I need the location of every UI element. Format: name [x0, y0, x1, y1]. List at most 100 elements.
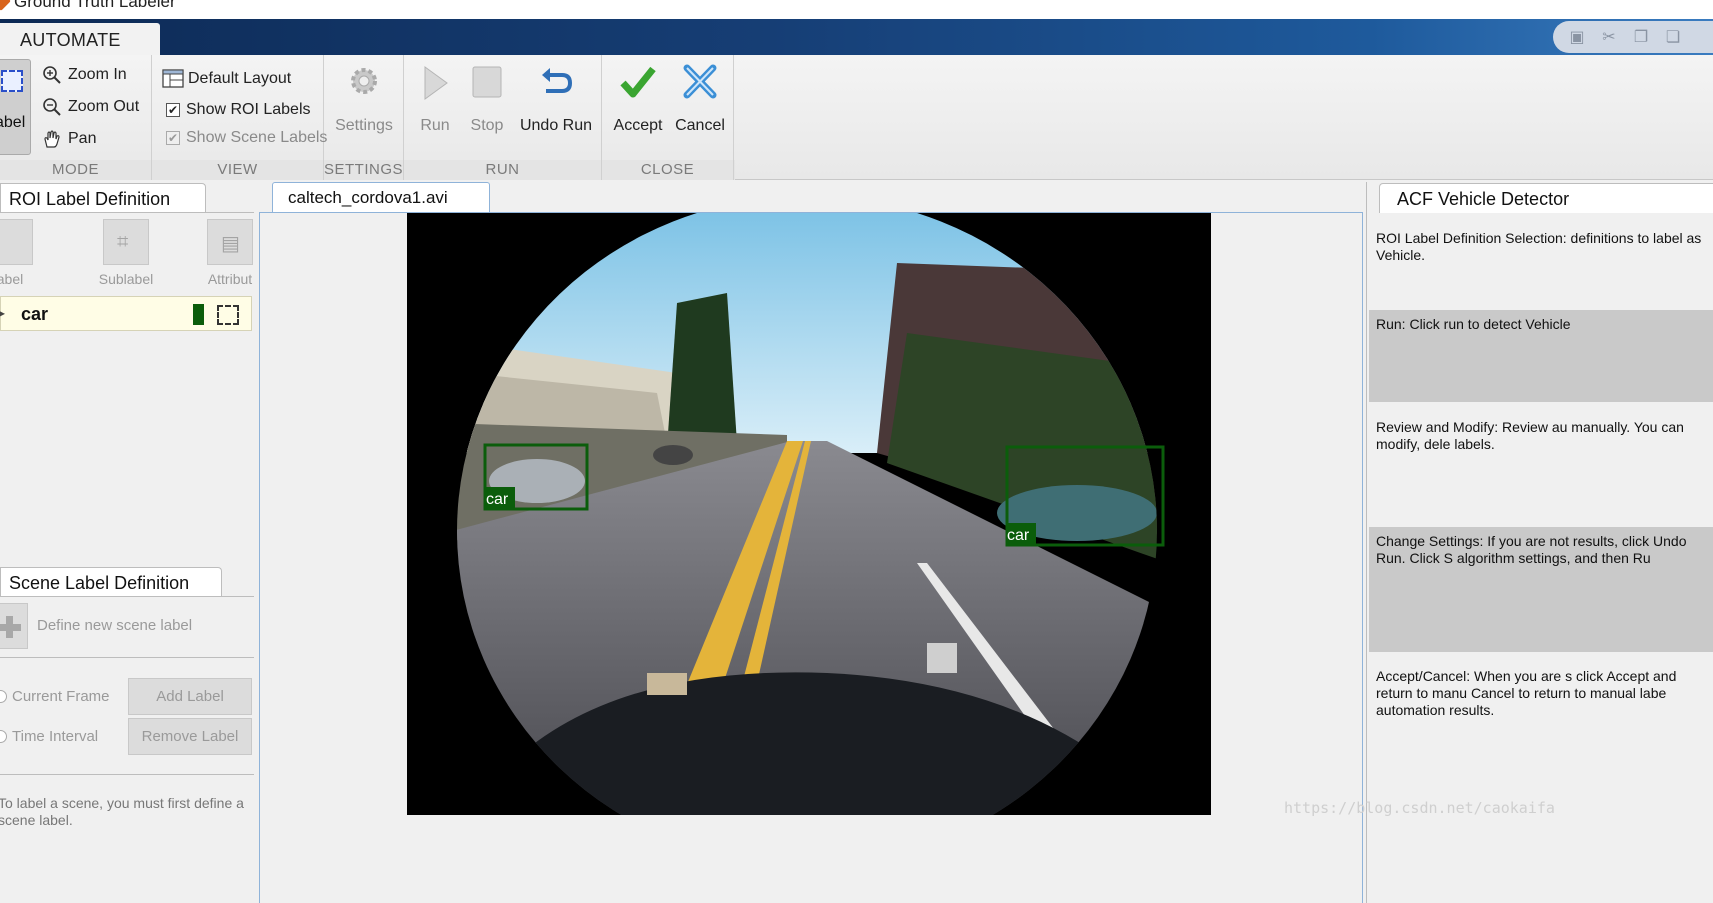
checkmark-icon — [620, 63, 656, 103]
accept-label: Accept — [613, 117, 663, 134]
show-roi-labels-label: Show ROI Labels — [186, 101, 311, 118]
define-scene-label-row: Define new scene label — [0, 596, 254, 658]
undo-run-label: Undo Run — [519, 117, 593, 134]
add-attribute-icon: ▤ — [207, 219, 253, 265]
add-sublabel-tool-label: Sublabel — [98, 271, 154, 287]
roi-button-label: abel — [0, 114, 26, 131]
define-scene-label-placeholder: Define new scene label — [37, 617, 193, 634]
remove-label-button[interactable]: Remove Label — [128, 718, 252, 755]
road-scene-image: car car — [407, 213, 1211, 815]
add-scene-label-plus-icon[interactable] — [0, 603, 28, 649]
scene-label-definition-tab[interactable]: Scene Label Definition — [0, 567, 222, 597]
roi-label-definition-tab[interactable]: ROI Label Definition — [0, 183, 206, 213]
watermark: https://blog.csdn.net/caokaifa — [1284, 799, 1555, 817]
step-roi-selection: ROI Label Definition Selection: definiti… — [1376, 230, 1702, 263]
zoom-out-button[interactable]: Zoom Out — [42, 97, 139, 117]
stop-icon — [469, 63, 505, 103]
pan-label: Pan — [68, 130, 97, 147]
layout-icon — [162, 69, 184, 89]
gear-icon — [346, 63, 382, 103]
add-label-tool-label: abel — [0, 271, 24, 287]
default-layout-label: Default Layout — [188, 70, 292, 87]
view-section: Default Layout ✔ Show ROI Labels ✔ Show … — [152, 55, 327, 180]
stop-label: Stop — [470, 117, 504, 134]
settings-section-label: SETTINGS — [324, 161, 404, 178]
zoom-in-button[interactable]: Zoom In — [42, 65, 127, 85]
run-section-label: RUN — [485, 161, 520, 178]
add-sublabel-icon: ⌗ — [103, 219, 149, 265]
run-button[interactable]: Run — [412, 63, 458, 135]
default-layout-button[interactable]: Default Layout — [162, 69, 291, 89]
ribbon-toolstrip: abel Zoom In Zoom Out Pan MODE — [0, 55, 1713, 180]
expand-arrow-icon[interactable]: ▸ — [0, 306, 5, 320]
settings-button[interactable]: Settings — [324, 63, 404, 135]
undo-arrow-icon — [538, 63, 574, 103]
roi-tools-row: abel ⌗ Sublabel ▤ Attribut — [0, 212, 254, 294]
add-label-tool[interactable]: abel — [0, 219, 42, 287]
detection-label: car — [1007, 527, 1030, 544]
radio-unchecked-icon — [0, 730, 7, 743]
roi-label-row-car[interactable]: ▸ car — [0, 296, 252, 331]
save-icon[interactable]: ▣ — [1567, 27, 1587, 47]
mode-section-label: MODE — [52, 161, 99, 178]
hand-icon — [42, 129, 62, 149]
left-panel: ROI Label Definition abel ⌗ Sublabel ▤ A… — [0, 182, 256, 903]
divider — [0, 774, 254, 775]
video-display-panel: caltech_cordova1.avi car car — [259, 182, 1363, 903]
window-title: Ground Truth Labeler — [14, 0, 176, 11]
cancel-button[interactable]: Cancel — [672, 63, 728, 135]
scene-label-definition: Scene Label Definition Define new scene … — [0, 566, 256, 903]
add-attribute-tool-label: Attribut — [207, 271, 253, 287]
acf-vehicle-detector-tab[interactable]: ACF Vehicle Detector — [1379, 183, 1713, 213]
play-icon — [417, 63, 453, 103]
show-roi-labels-checkbox[interactable]: ✔ Show ROI Labels — [166, 101, 311, 119]
time-interval-label: Time Interval — [12, 728, 99, 745]
cancel-label: Cancel — [675, 117, 725, 134]
settings-section: Settings SETTINGS — [324, 55, 404, 180]
zoom-out-icon — [42, 97, 62, 117]
cut-icon[interactable]: ✂ — [1599, 27, 1619, 47]
copy-icon[interactable]: ❐ — [1631, 27, 1651, 47]
pan-button[interactable]: Pan — [42, 129, 96, 149]
close-section-label: CLOSE — [640, 161, 695, 178]
step-run: Run: Click run to detect Vehicle — [1369, 310, 1713, 402]
zoom-out-label: Zoom Out — [68, 98, 140, 115]
paste-icon[interactable]: ❏ — [1663, 27, 1683, 47]
add-attribute-tool[interactable]: ▤ Attribut — [198, 219, 262, 287]
run-section: Run Stop Undo Run RUN — [404, 55, 602, 180]
mode-section: abel Zoom In Zoom Out Pan MODE — [0, 55, 152, 180]
zoom-in-icon — [42, 65, 62, 85]
matlab-app-icon — [0, 0, 11, 11]
accept-button[interactable]: Accept — [610, 63, 666, 135]
show-scene-labels-checkbox[interactable]: ✔ Show Scene Labels — [166, 129, 327, 147]
show-scene-labels-label: Show Scene Labels — [186, 129, 328, 146]
add-sublabel-tool[interactable]: ⌗ Sublabel — [94, 219, 158, 287]
video-frame-display[interactable]: car car — [407, 213, 1211, 815]
close-section: Accept Cancel CLOSE — [602, 55, 734, 180]
current-frame-label: Current Frame — [12, 688, 110, 705]
add-label-button[interactable]: Add Label — [128, 678, 252, 715]
roi-rectangle-icon — [1, 70, 23, 92]
view-section-label: VIEW — [217, 161, 258, 178]
rectangle-roi-icon — [217, 305, 239, 325]
step-change-settings: Change Settings: If you are not results,… — [1369, 527, 1713, 652]
checkbox-checked-icon: ✔ — [166, 103, 180, 117]
radio-unchecked-icon — [0, 690, 7, 703]
title-bar: Ground Truth Labeler — [0, 0, 1713, 19]
detection-label: car — [486, 491, 509, 508]
ribbon-tab-strip: AUTOMATE ▣ ✂ ❐ ❏ — [0, 19, 1713, 56]
undo-run-button[interactable]: Undo Run — [514, 63, 598, 135]
stop-button[interactable]: Stop — [464, 63, 510, 135]
scene-label-note: To label a scene, you must first define … — [0, 795, 244, 828]
cancel-x-icon — [682, 63, 718, 103]
step-accept-cancel: Accept/Cancel: When you are s click Acce… — [1376, 668, 1677, 718]
video-tab[interactable]: caltech_cordova1.avi — [272, 182, 490, 213]
label-color-swatch[interactable] — [193, 304, 204, 325]
run-label: Run — [420, 117, 450, 134]
step-review-modify: Review and Modify: Review au manually. Y… — [1376, 419, 1684, 452]
quick-access-toolbar: ▣ ✂ ❐ ❏ — [1553, 21, 1713, 53]
add-label-icon — [0, 219, 33, 265]
acf-vehicle-detector-panel: ACF Vehicle Detector ROI Label Definitio… — [1366, 182, 1713, 903]
tab-automate[interactable]: AUTOMATE — [0, 23, 160, 56]
roi-mode-button[interactable]: abel — [0, 59, 31, 155]
